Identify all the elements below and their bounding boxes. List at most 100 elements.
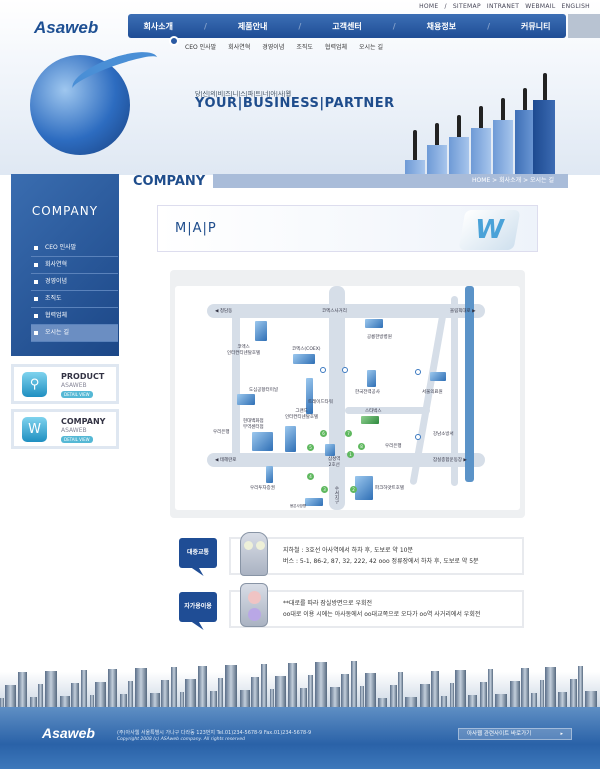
- map-label: 봉은사방향: [290, 504, 307, 508]
- banner-title: PRODUCT: [61, 372, 105, 381]
- detail-view-button[interactable]: DETAIL VIEW: [61, 436, 93, 443]
- map-label: ◀ 테헤란로: [215, 458, 237, 463]
- banner-title: COMPANY: [61, 417, 106, 426]
- nav-community[interactable]: 커뮤니티: [521, 21, 550, 32]
- car-info: **대로를 따라 잠실방면으로 우회전 oo대로 이용 시에는 아사동에서 oo…: [229, 590, 524, 628]
- subnav-ceo[interactable]: CEO 인사말: [185, 42, 216, 51]
- product-banner[interactable]: ⚲ PRODUCT ASAWEB DETAIL VIEW: [11, 364, 119, 404]
- map-label: 한국전력공사: [355, 390, 380, 395]
- car-directions-2: oo대로 이용 시에는 아사동에서 oo대교쪽으로 오다가 oo역 사거리에서 …: [283, 611, 481, 618]
- skyline-building: [81, 670, 87, 710]
- sidebar-item-ceo[interactable]: CEO 인사말: [31, 240, 118, 257]
- map-label: 코엑스사거리: [322, 309, 347, 314]
- map-label: 현대백화점 무역센터점: [243, 419, 264, 430]
- skyline-building: [288, 663, 297, 710]
- skyline-building: [315, 662, 327, 710]
- sidebar-item-history[interactable]: 회사연혁: [31, 257, 118, 274]
- skyline-building: [198, 666, 207, 710]
- sidebar-item-philosophy[interactable]: 경영이념: [31, 274, 118, 291]
- main-nav: 회사소개 / 제품안내 / 고객센터 / 채용정보 / 커뮤니티: [128, 14, 566, 38]
- subway-icon: [240, 532, 268, 576]
- chevron-right-icon: ▸: [560, 731, 563, 737]
- subway-exit-6: 6: [320, 430, 327, 437]
- map-label: 스타벅스: [365, 409, 382, 414]
- map-label: 그랜드 인터컨티넨탈호텔: [285, 409, 319, 420]
- skyline-building: [45, 671, 57, 710]
- skyline-building: [455, 670, 466, 710]
- bus-stop-icon: [342, 367, 348, 373]
- utility-links: HOME / SITEMAP INTRANET WEBMAIL ENGLISH: [413, 3, 590, 10]
- skyline-building: [545, 667, 556, 710]
- magnifier-icon: ⚲: [22, 372, 47, 397]
- util-english[interactable]: ENGLISH: [562, 3, 590, 10]
- skyline-building: [225, 665, 237, 710]
- map-label: 삼성역 2호선: [328, 457, 341, 468]
- subnav-org[interactable]: 조직도: [296, 42, 313, 51]
- nav-end-block: [568, 14, 600, 38]
- nav-recruit[interactable]: 채용정보: [427, 21, 456, 32]
- growth-bars-image: [405, 60, 555, 175]
- sidebar-item-location[interactable]: 오시는 길: [31, 325, 118, 342]
- skyline-building: [18, 672, 27, 710]
- map-label: 강남소방서: [433, 432, 454, 437]
- skyline-building: [540, 680, 544, 710]
- nav-products[interactable]: 제품안내: [238, 21, 267, 32]
- skyline-building: [135, 668, 147, 710]
- location-map: 1 2 3 4 5 6 7 8 ◀ 청담동 코엑스사거리 올림픽대로 ▶ 코엑스…: [175, 286, 520, 510]
- subway-exit-2: 2: [350, 486, 357, 493]
- nav-company[interactable]: 회사소개: [144, 21, 173, 32]
- family-site-select[interactable]: 아사웹 관련사이트 바로가기 ▸: [458, 728, 572, 740]
- family-site-label: 아사웹 관련사이트 바로가기: [467, 731, 532, 737]
- sub-nav: CEO 인사말 회사연혁 경영이념 조직도 협력업체 오시는 길: [185, 42, 383, 51]
- car-tag: 자가용이용: [179, 592, 217, 622]
- map-label: 우리투자증권: [250, 486, 275, 491]
- car-directions-1: **대로를 따라 잠실방면으로 우회전: [283, 600, 373, 607]
- separator: /: [444, 3, 447, 10]
- skyline-building: [108, 669, 117, 710]
- subway-directions: 지하철 : 3호선 아사역에서 하차 후, 도보로 약 10분: [283, 547, 413, 554]
- skyline-building: [128, 681, 133, 710]
- sidebar-item-org[interactable]: 조직도: [31, 291, 118, 308]
- skyline-building: [351, 661, 357, 710]
- skyline-building: [95, 682, 106, 710]
- company-banner[interactable]: W COMPANY ASAWEB DETAIL VIEW: [11, 409, 119, 449]
- skyline-building: [398, 672, 403, 710]
- banner-sub: ASAWEB: [61, 427, 87, 434]
- subway-exit-8: 8: [358, 443, 365, 450]
- skyline-building: [341, 674, 349, 710]
- subnav-history[interactable]: 회사연혁: [228, 42, 250, 51]
- skyline-building: [308, 675, 313, 710]
- subway-exit-7: 7: [345, 430, 352, 437]
- util-intranet[interactable]: INTRANET: [487, 3, 519, 10]
- sidebar: COMPANY CEO 인사말 회사연혁 경영이념 조직도 협력업체 오시는 길: [11, 174, 119, 356]
- public-transit-tag: 대중교통: [179, 538, 217, 568]
- map-label: ◀ 청담동: [215, 309, 233, 314]
- subnav-location[interactable]: 오시는 길: [359, 42, 383, 51]
- footer: Asaweb (주)아사웹 서울특별시 가나구 다라동 123번지 Tel.01…: [0, 707, 600, 769]
- detail-view-button[interactable]: DETAIL VIEW: [61, 391, 93, 398]
- banner-sub: ASAWEB: [61, 382, 87, 389]
- subnav-partners[interactable]: 협력업체: [325, 42, 347, 51]
- bus-stop-icon: [415, 369, 421, 375]
- skyline-building: [71, 683, 79, 710]
- map-label: 올림픽대로 ▶: [450, 309, 476, 314]
- sidebar-item-partners[interactable]: 협력업체: [31, 308, 118, 325]
- subway-exit-3: 3: [321, 486, 328, 493]
- nav-support[interactable]: 고객센터: [332, 21, 361, 32]
- skyline-building: [171, 667, 177, 710]
- util-sitemap[interactable]: SITEMAP: [453, 3, 481, 10]
- footer-logo: Asaweb: [42, 725, 95, 741]
- map-label: 코엑스(COEX): [292, 347, 321, 352]
- skyline-building: [261, 664, 267, 710]
- sidebar-title: COMPANY: [31, 204, 99, 218]
- separator: /: [298, 21, 302, 31]
- site-logo[interactable]: Asaweb: [34, 18, 98, 38]
- skyline-building: [488, 669, 493, 710]
- util-home[interactable]: HOME: [419, 3, 438, 10]
- skyline-building: [431, 671, 439, 710]
- w-cube-icon: W: [458, 210, 521, 250]
- subnav-philosophy[interactable]: 경영이념: [262, 42, 284, 51]
- util-webmail[interactable]: WEBMAIL: [525, 3, 555, 10]
- separator: /: [392, 21, 396, 31]
- separator: /: [487, 21, 490, 31]
